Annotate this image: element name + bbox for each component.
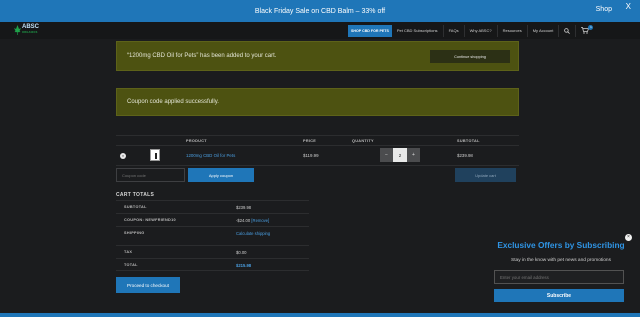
coupon-applied-notice: Coupon code applied successfully. bbox=[116, 88, 519, 116]
proceed-to-checkout-button[interactable]: Proceed to checkout bbox=[116, 277, 180, 293]
cart-item-row: × 1200mg CBD Oil for Pets $119.99 − 2 + … bbox=[116, 146, 519, 166]
totals-label: SUBTOTAL bbox=[124, 205, 147, 209]
remove-item-icon[interactable]: × bbox=[120, 153, 126, 159]
totals-row-tax: TAX $0.00 bbox=[116, 245, 309, 258]
header-quantity: QUANTITY bbox=[352, 139, 374, 143]
popup-close-button[interactable]: × bbox=[625, 234, 632, 241]
nav-shop-cbd-for-pets[interactable]: SHOP CBD FOR PETS bbox=[348, 24, 392, 37]
coupon-discount: -$24.00 bbox=[236, 218, 251, 223]
totals-row-subtotal: SUBTOTAL $239.98 bbox=[116, 200, 309, 213]
totals-label: TAX bbox=[124, 250, 133, 254]
totals-label: SHIPPING bbox=[124, 231, 145, 235]
quantity-increase-button[interactable]: + bbox=[407, 148, 420, 162]
main-menu: SHOP CBD FOR PETS Pet CBD Subscriptions … bbox=[348, 22, 594, 39]
header-price: PRICE bbox=[303, 139, 317, 143]
nav-why-absc[interactable]: Why ABSC? bbox=[463, 24, 497, 37]
totals-value: $239.98 bbox=[236, 205, 252, 210]
added-to-cart-notice: “1200mg CBD Oil for Pets” has been added… bbox=[116, 41, 519, 71]
header-subtotal: SUBTOTAL bbox=[457, 139, 480, 143]
totals-label: TOTAL bbox=[124, 263, 138, 267]
nav-pet-cbd-subscriptions[interactable]: Pet CBD Subscriptions bbox=[392, 25, 443, 37]
subscribe-button[interactable]: Subscribe bbox=[494, 289, 624, 302]
quantity-input[interactable]: 2 bbox=[393, 148, 407, 162]
order-total: $215.98 bbox=[236, 263, 252, 268]
totals-value: -$24.00 [Remove] bbox=[236, 218, 269, 223]
product-thumbnail[interactable] bbox=[150, 149, 160, 161]
logo-sub: ORGANICS bbox=[22, 31, 38, 34]
header-product: PRODUCT bbox=[186, 139, 207, 143]
promo-text: Black Friday Sale on CBD Balm – 33% off bbox=[254, 7, 386, 15]
search-icon[interactable] bbox=[558, 24, 575, 37]
bottom-bar bbox=[0, 313, 640, 317]
product-name-link[interactable]: 1200mg CBD Oil for Pets bbox=[186, 153, 235, 158]
popup-title: Exclusive Offers by Subscribing bbox=[497, 240, 625, 250]
popup-subtitle: Stay in the know with pet news and promo… bbox=[511, 258, 611, 263]
promo-bar: Black Friday Sale on CBD Balm – 33% off … bbox=[0, 0, 640, 22]
product-subtotal: $239.98 bbox=[457, 153, 473, 158]
site-logo[interactable]: ABSC ORGANICS bbox=[14, 24, 39, 35]
totals-row-shipping: SHIPPING Calculate shipping bbox=[116, 226, 309, 245]
remove-coupon-link[interactable]: [Remove] bbox=[251, 218, 269, 223]
nav-faqs[interactable]: FAQs bbox=[442, 24, 464, 37]
promo-shop-link[interactable]: Shop bbox=[596, 6, 612, 13]
continue-shopping-button[interactable]: Continue shopping bbox=[430, 50, 510, 63]
totals-value: $0.00 bbox=[236, 250, 247, 255]
quantity-stepper: − 2 + bbox=[380, 148, 420, 162]
totals-label: COUPON: NEWFRIEND10 bbox=[124, 218, 176, 222]
nav-resources[interactable]: Resources bbox=[496, 24, 527, 37]
totals-row-coupon: COUPON: NEWFRIEND10 -$24.00 [Remove] bbox=[116, 213, 309, 226]
leaf-logo-icon bbox=[14, 25, 21, 35]
cart-totals-title: CART TOTALS bbox=[116, 192, 155, 198]
coupon-applied-message: Coupon code applied successfully. bbox=[127, 99, 219, 105]
cart-count-badge: 1 bbox=[588, 24, 594, 30]
email-field[interactable] bbox=[494, 270, 624, 284]
quantity-decrease-button[interactable]: − bbox=[380, 148, 393, 162]
cart-icon[interactable]: 1 bbox=[575, 24, 594, 37]
cart-totals-table: SUBTOTAL $239.98 COUPON: NEWFRIEND10 -$2… bbox=[116, 200, 309, 271]
update-cart-button[interactable]: Update cart bbox=[455, 168, 516, 182]
site-header: ABSC ORGANICS SHOP CBD FOR PETS Pet CBD … bbox=[0, 22, 640, 39]
promo-close-button[interactable]: X bbox=[626, 2, 631, 11]
product-price: $119.99 bbox=[303, 153, 319, 158]
nav-my-account[interactable]: My Account bbox=[526, 24, 559, 37]
cart-table-header: PRODUCT PRICE QUANTITY SUBTOTAL bbox=[116, 135, 519, 146]
apply-coupon-button[interactable]: Apply coupon bbox=[188, 168, 254, 182]
coupon-code-input[interactable] bbox=[116, 168, 185, 182]
added-to-cart-message: “1200mg CBD Oil for Pets” has been added… bbox=[127, 53, 277, 59]
totals-row-total: TOTAL $215.98 bbox=[116, 258, 309, 271]
calculate-shipping-link[interactable]: Calculate shipping bbox=[236, 231, 270, 236]
